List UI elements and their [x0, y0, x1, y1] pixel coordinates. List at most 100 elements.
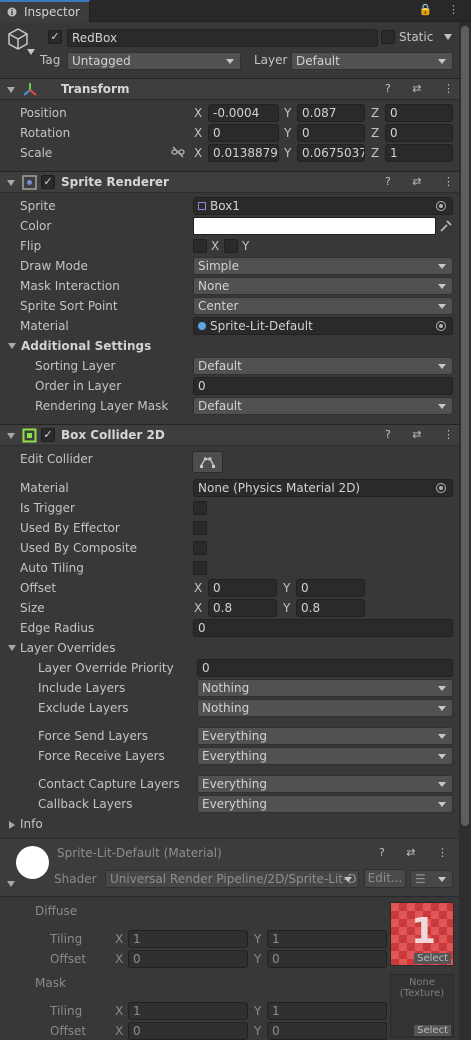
order-in-layer-field[interactable]: 0 — [193, 377, 453, 395]
edge-radius-field[interactable]: 0 — [193, 619, 453, 637]
eyedropper-icon[interactable] — [439, 219, 453, 233]
scale-z-field[interactable]: 1 — [385, 144, 453, 162]
diffuse-offset-x-field[interactable]: 0 — [128, 950, 248, 968]
help-preset-menu-icons[interactable]: ? ⇄ ⋮ — [385, 82, 463, 95]
mask-tiling-y-field[interactable]: 1 — [267, 1002, 387, 1020]
additional-settings-foldout-arrow[interactable] — [8, 343, 16, 349]
texture-select-button[interactable]: Select — [414, 1025, 451, 1036]
info-label[interactable]: Info — [20, 817, 43, 831]
flip-y-checkbox[interactable] — [224, 239, 238, 253]
layer-overrides-label[interactable]: Layer Overrides — [20, 641, 115, 655]
flip-x-checkbox[interactable] — [193, 239, 207, 253]
lock-icon[interactable]: 🔒 ⋮ — [419, 3, 465, 16]
diffuse-tiling-y-field[interactable]: 1 — [267, 930, 387, 948]
texture-number-glyph: 1 — [411, 911, 437, 952]
tag-dropdown[interactable]: Untagged — [67, 52, 241, 70]
foldout-arrow[interactable] — [7, 87, 15, 93]
axis-x-label: X — [194, 601, 203, 615]
layer-override-priority-field[interactable]: 0 — [197, 659, 453, 677]
physics-material-field[interactable]: None (Physics Material 2D) — [193, 479, 453, 497]
diffuse-label: Diffuse — [35, 904, 78, 918]
transform-icon — [23, 83, 37, 96]
active-checkbox[interactable]: ✓ — [48, 30, 62, 44]
mask-tiling-label: Tiling — [50, 1004, 83, 1018]
object-name-field[interactable]: RedBox — [67, 29, 378, 47]
offset-y-field[interactable]: 0 — [296, 579, 365, 597]
info-icon — [7, 7, 17, 17]
section-divider — [0, 896, 459, 897]
axis-y-label: Y — [254, 1024, 262, 1038]
foldout-arrow[interactable] — [7, 180, 15, 186]
layer-overrides-foldout-arrow[interactable] — [8, 645, 16, 651]
diffuse-texture-slot[interactable]: 1 Select — [390, 902, 454, 966]
used-by-effector-checkbox[interactable] — [193, 521, 207, 535]
contact-capture-layers-dropdown[interactable]: Everything — [197, 775, 453, 793]
position-z-field[interactable]: 0 — [385, 104, 453, 122]
rotation-x-field[interactable]: 0 — [208, 124, 279, 142]
scrollbar-thumb[interactable] — [461, 26, 469, 826]
scale-y-field[interactable]: 0.0675037 — [297, 144, 365, 162]
mask-texture-slot[interactable]: None (Texture) Select — [390, 974, 454, 1038]
auto-tiling-checkbox[interactable] — [193, 561, 207, 575]
sprite-object-field[interactable]: Box1 — [193, 197, 453, 215]
sort-point-dropdown[interactable]: Center — [193, 297, 453, 315]
rendering-layer-mask-dropdown[interactable]: Default — [193, 397, 453, 415]
box-collider-header[interactable]: ✓ Box Collider 2D ? ⇄ ⋮ — [0, 424, 471, 446]
color-swatch[interactable] — [193, 217, 436, 235]
sprite-renderer-enabled-checkbox[interactable]: ✓ — [41, 175, 55, 189]
tab-inspector[interactable]: Inspector — [0, 0, 90, 22]
sorting-layer-dropdown[interactable]: Default — [193, 357, 453, 375]
texture-select-button[interactable]: Select — [414, 953, 451, 964]
size-y-field[interactable]: 0.8 — [296, 599, 365, 617]
box-collider-enabled-checkbox[interactable]: ✓ — [41, 428, 55, 442]
shader-edit-button[interactable]: Edit... — [364, 869, 406, 888]
icon-dropdown-arrow[interactable] — [27, 49, 35, 55]
size-x-field[interactable]: 0.8 — [208, 599, 277, 617]
diffuse-tiling-x-field[interactable]: 1 — [128, 930, 248, 948]
static-dropdown-arrow[interactable] — [444, 34, 452, 40]
rotation-z-field[interactable]: 0 — [385, 124, 453, 142]
physics-material-value: None (Physics Material 2D) — [198, 481, 361, 495]
scale-x-field[interactable]: 0.0138879 — [208, 144, 279, 162]
object-picker-icon[interactable] — [436, 483, 446, 493]
mask-offset-y-field[interactable]: 0 — [267, 1022, 387, 1040]
position-x-field[interactable]: -0.0004 — [208, 104, 279, 122]
material-value: Sprite-Lit-Default — [210, 319, 313, 333]
include-layers-dropdown[interactable]: Nothing — [197, 679, 453, 697]
axis-y-label: Y — [283, 601, 291, 615]
position-y-field[interactable]: 0.087 — [297, 104, 365, 122]
mask-offset-x-field[interactable]: 0 — [128, 1022, 248, 1040]
foldout-arrow[interactable] — [7, 433, 15, 439]
is-trigger-label: Is Trigger — [20, 501, 75, 515]
shader-dropdown[interactable]: Universal Render Pipeline/2D/Sprite-Lit-… — [105, 870, 359, 888]
diffuse-offset-y-field[interactable]: 0 — [267, 950, 387, 968]
callback-layers-dropdown[interactable]: Everything — [197, 795, 453, 813]
shader-options-dropdown[interactable]: ☰ — [410, 870, 453, 888]
exclude-layers-dropdown[interactable]: Nothing — [197, 699, 453, 717]
constrain-proportions-icon[interactable] — [171, 146, 185, 158]
edit-collider-button[interactable] — [192, 451, 223, 473]
force-receive-layers-dropdown[interactable]: Everything — [197, 747, 453, 765]
layer-dropdown[interactable]: Default — [291, 52, 453, 70]
help-preset-menu-icons[interactable]: ? ⇄ ⋮ — [379, 846, 457, 859]
info-foldout-arrow[interactable] — [9, 821, 15, 829]
mask-tiling-x-field[interactable]: 1 — [128, 1002, 248, 1020]
help-preset-menu-icons[interactable]: ? ⇄ ⋮ — [385, 428, 463, 441]
rotation-y-field[interactable]: 0 — [297, 124, 365, 142]
static-checkbox[interactable] — [381, 30, 395, 44]
material-foldout-arrow[interactable] — [7, 881, 15, 887]
additional-settings-label[interactable]: Additional Settings — [21, 339, 151, 353]
object-picker-icon[interactable] — [436, 201, 446, 211]
material-object-field[interactable]: Sprite-Lit-Default — [193, 317, 453, 335]
is-trigger-checkbox[interactable] — [193, 501, 207, 515]
mask-interaction-dropdown[interactable]: None — [193, 277, 453, 295]
mask-label: Mask — [35, 976, 66, 990]
sprite-renderer-header[interactable]: ✓ Sprite Renderer ? ⇄ ⋮ — [0, 171, 471, 193]
draw-mode-dropdown[interactable]: Simple — [193, 257, 453, 275]
offset-x-field[interactable]: 0 — [208, 579, 277, 597]
used-by-composite-checkbox[interactable] — [193, 541, 207, 555]
force-send-layers-dropdown[interactable]: Everything — [197, 727, 453, 745]
transform-header[interactable]: Transform ? ⇄ ⋮ — [0, 78, 471, 100]
help-preset-menu-icons[interactable]: ? ⇄ ⋮ — [385, 175, 463, 188]
object-picker-icon[interactable] — [436, 321, 446, 331]
